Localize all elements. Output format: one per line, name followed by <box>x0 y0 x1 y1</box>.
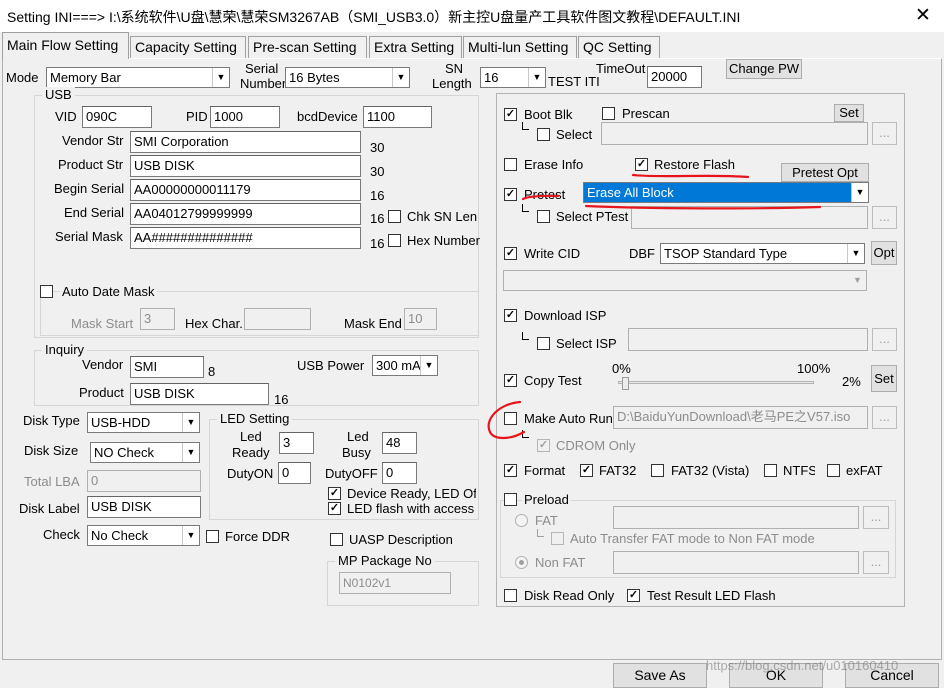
pretest-select-underline <box>584 204 822 210</box>
restore-flash-underline <box>631 173 750 179</box>
annotation-overlay <box>487 173 822 440</box>
tab-main-flow-setting[interactable]: Main Flow Setting <box>2 32 129 59</box>
make-auto-run-circle <box>487 400 526 440</box>
settings-window: Setting INI===> I:\系统软件\U盘\慧荣\慧荣SM3267AB… <box>0 0 944 688</box>
erase-all-block-underline <box>521 194 560 201</box>
